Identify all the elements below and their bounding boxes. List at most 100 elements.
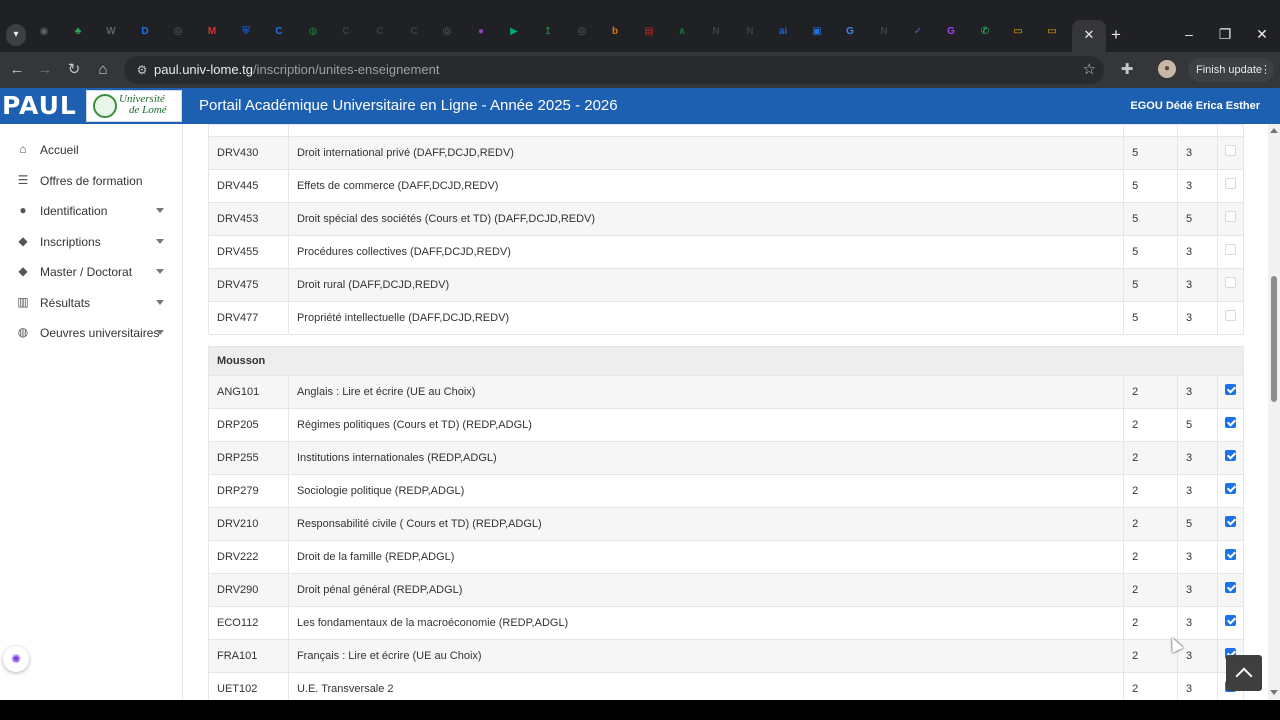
assistant-bubble-icon[interactable]: ✺: [3, 646, 29, 672]
table-row[interactable]: DRP255 Institutions internationales (REDP…: [208, 441, 1244, 475]
ue-select-checkbox[interactable]: [1225, 383, 1236, 395]
new-tab-plus-icon[interactable]: +: [1106, 24, 1126, 46]
table-row[interactable]: DRP279 Sociologie politique (REDP,ADGL) 2 3: [208, 474, 1244, 508]
sidebar-item-r-sultats[interactable]: ▥ Résultats: [0, 288, 183, 318]
chevron-down-icon[interactable]: [156, 330, 164, 335]
universite-de-lome-logo[interactable]: Université de Lomé: [86, 90, 182, 122]
ue-select-checkbox[interactable]: [1225, 548, 1236, 560]
minimize-icon[interactable]: –: [1174, 22, 1204, 46]
chevron-down-icon[interactable]: [156, 300, 164, 305]
b-icon[interactable]: b: [607, 24, 623, 40]
sidebar-item-inscriptions[interactable]: ◆ Inscriptions: [0, 227, 183, 257]
table-row[interactable]: DRV210 Responsabilité civile ( Cours et T…: [208, 507, 1244, 541]
ue-select-checkbox[interactable]: [1225, 177, 1236, 189]
play-icon[interactable]: ▶: [506, 24, 522, 40]
sidebar-item-master-doctorat[interactable]: ◆ Master / Doctorat: [0, 257, 183, 287]
table-row[interactable]: UET102 U.E. Transversale 223: [208, 672, 1244, 700]
ue-select-checkbox[interactable]: [1225, 482, 1236, 494]
notion-icon[interactable]: N: [876, 24, 892, 40]
reload-icon[interactable]: ↻: [63, 59, 85, 81]
bookmark-star-icon[interactable]: ☆: [1083, 61, 1096, 79]
chart-icon[interactable]: ∧: [674, 24, 690, 40]
slides-icon[interactable]: ▭: [1044, 24, 1060, 40]
close-window-icon[interactable]: ✕: [1247, 22, 1277, 46]
globe-icon[interactable]: ◍: [305, 24, 321, 40]
ai-icon[interactable]: ai: [775, 24, 791, 40]
slides-icon[interactable]: ▭: [1010, 24, 1026, 40]
user-name[interactable]: EGOU Dédé Erica Esther: [1130, 88, 1260, 124]
ue-select-checkbox[interactable]: [1225, 276, 1236, 288]
table-row[interactable]: DRV477 Propriété intellectuelle (DAFF,DCJ…: [208, 301, 1244, 335]
c-box-icon[interactable]: C: [372, 24, 388, 40]
close-tab-icon[interactable]: ✕: [1084, 27, 1095, 42]
doc-icon[interactable]: ▤: [641, 24, 657, 40]
forward-arrow-icon[interactable]: →: [34, 59, 56, 81]
table-row[interactable]: ECO112 Les fondamentaux de la macroéconom…: [208, 606, 1244, 640]
check-icon[interactable]: ✓: [910, 24, 926, 40]
arrow-icon[interactable]: ↥: [540, 24, 556, 40]
url-text[interactable]: paul.univ-lome.tg/inscription/unites-ens…: [154, 56, 439, 84]
ue-select-checkbox[interactable]: [1225, 210, 1236, 222]
table-row[interactable]: DRV475 Droit rural (DAFF,DCJD,REDV) 5 3: [208, 268, 1244, 302]
table-row[interactable]: DRV455 Procédures collectives (DAFF,DCJD,…: [208, 235, 1244, 269]
sidebar-item-offres-de-formation[interactable]: ☰ Offres de formation: [0, 166, 183, 196]
notion-icon[interactable]: N: [708, 24, 724, 40]
chevron-down-icon[interactable]: [156, 269, 164, 274]
table-row[interactable]: DRV430 Droit international privé (DAFF,DC…: [208, 136, 1244, 170]
c-box-icon[interactable]: C: [338, 24, 354, 40]
sidebar-item-oeuvres-universitaires[interactable]: ◍ Oeuvres universitaires: [0, 318, 183, 348]
photo-icon[interactable]: ▣: [809, 24, 825, 40]
scroll-down-arrow-icon[interactable]: [1270, 690, 1278, 695]
finish-update-button[interactable]: Finish update ⋮: [1188, 58, 1274, 82]
ball-icon[interactable]: ●: [473, 24, 489, 40]
gmail-icon[interactable]: M: [204, 24, 220, 40]
shield-icon[interactable]: ⛨: [238, 24, 254, 40]
chrome-icon[interactable]: ◉: [36, 24, 52, 40]
table-row[interactable]: DRV290 Droit pénal général (REDP,ADGL) 2 3: [208, 573, 1244, 607]
extensions-puzzle-icon[interactable]: ✚: [1116, 59, 1138, 81]
table-row[interactable]: DRP205 Régimes politiques (Cours et TD) (…: [208, 408, 1244, 442]
chevron-down-icon[interactable]: [156, 208, 164, 213]
table-row[interactable]: ANG101 Anglais : Lire et écrire (UE au Ch…: [208, 375, 1244, 409]
ue-select-checkbox[interactable]: [1225, 614, 1236, 626]
address-bar[interactable]: ⚙ paul.univ-lome.tg/inscription/unites-e…: [124, 56, 1104, 84]
d-icon[interactable]: D: [137, 24, 153, 40]
chevron-down-icon[interactable]: [156, 239, 164, 244]
active-tab[interactable]: ✕: [1072, 20, 1106, 52]
site-info-icon[interactable]: ⚙: [134, 62, 150, 78]
ue-select-checkbox[interactable]: [1225, 416, 1236, 428]
back-to-top-button[interactable]: [1226, 655, 1262, 691]
restore-icon[interactable]: ❐: [1210, 22, 1240, 46]
c-icon[interactable]: C: [271, 24, 287, 40]
table-row[interactable]: DRV222 Droit de la famille (REDP,ADGL) 2 3: [208, 540, 1244, 574]
ue-select-checkbox[interactable]: [1225, 581, 1236, 593]
page-scrollbar[interactable]: [1268, 124, 1280, 700]
tab-search-chevron-down-icon[interactable]: ▾: [6, 24, 26, 46]
scrollbar-thumb[interactable]: [1271, 276, 1277, 402]
ue-select-checkbox[interactable]: [1225, 309, 1236, 321]
table-row[interactable]: DRV445 Effets de commerce (DAFF,DCJD,REDV…: [208, 169, 1244, 203]
whatsapp-icon[interactable]: ✆: [977, 24, 993, 40]
sidebar-item-accueil[interactable]: ⌂ Accueil: [0, 135, 183, 165]
google-icon[interactable]: G: [842, 24, 858, 40]
scroll-up-arrow-icon[interactable]: [1270, 128, 1278, 133]
home-icon[interactable]: ⌂: [92, 59, 114, 81]
sidebar-item-identification[interactable]: ● Identification: [0, 196, 183, 226]
ue-select-checkbox[interactable]: [1225, 449, 1236, 461]
circle-icon[interactable]: ◎: [170, 24, 186, 40]
notion-icon[interactable]: N: [742, 24, 758, 40]
leaf-icon[interactable]: ♣: [70, 24, 86, 40]
circle-icon[interactable]: ◎: [574, 24, 590, 40]
ue-select-checkbox[interactable]: [1225, 144, 1236, 156]
g-icon[interactable]: G: [943, 24, 959, 40]
profile-avatar-icon[interactable]: ●: [1158, 60, 1176, 78]
paul-logo[interactable]: PAUL: [0, 88, 86, 124]
circle-icon[interactable]: ◎: [439, 24, 455, 40]
w-icon[interactable]: W: [103, 24, 119, 40]
ue-select-checkbox[interactable]: [1225, 515, 1236, 527]
table-row[interactable]: DRV453 Droit spécial des sociétés (Cours …: [208, 202, 1244, 236]
back-arrow-icon[interactable]: ←: [6, 59, 28, 81]
c-box-icon[interactable]: C: [406, 24, 422, 40]
ue-select-checkbox[interactable]: [1225, 243, 1236, 255]
table-row[interactable]: FRA101 Français : Lire et écrire (UE au C…: [208, 639, 1244, 673]
